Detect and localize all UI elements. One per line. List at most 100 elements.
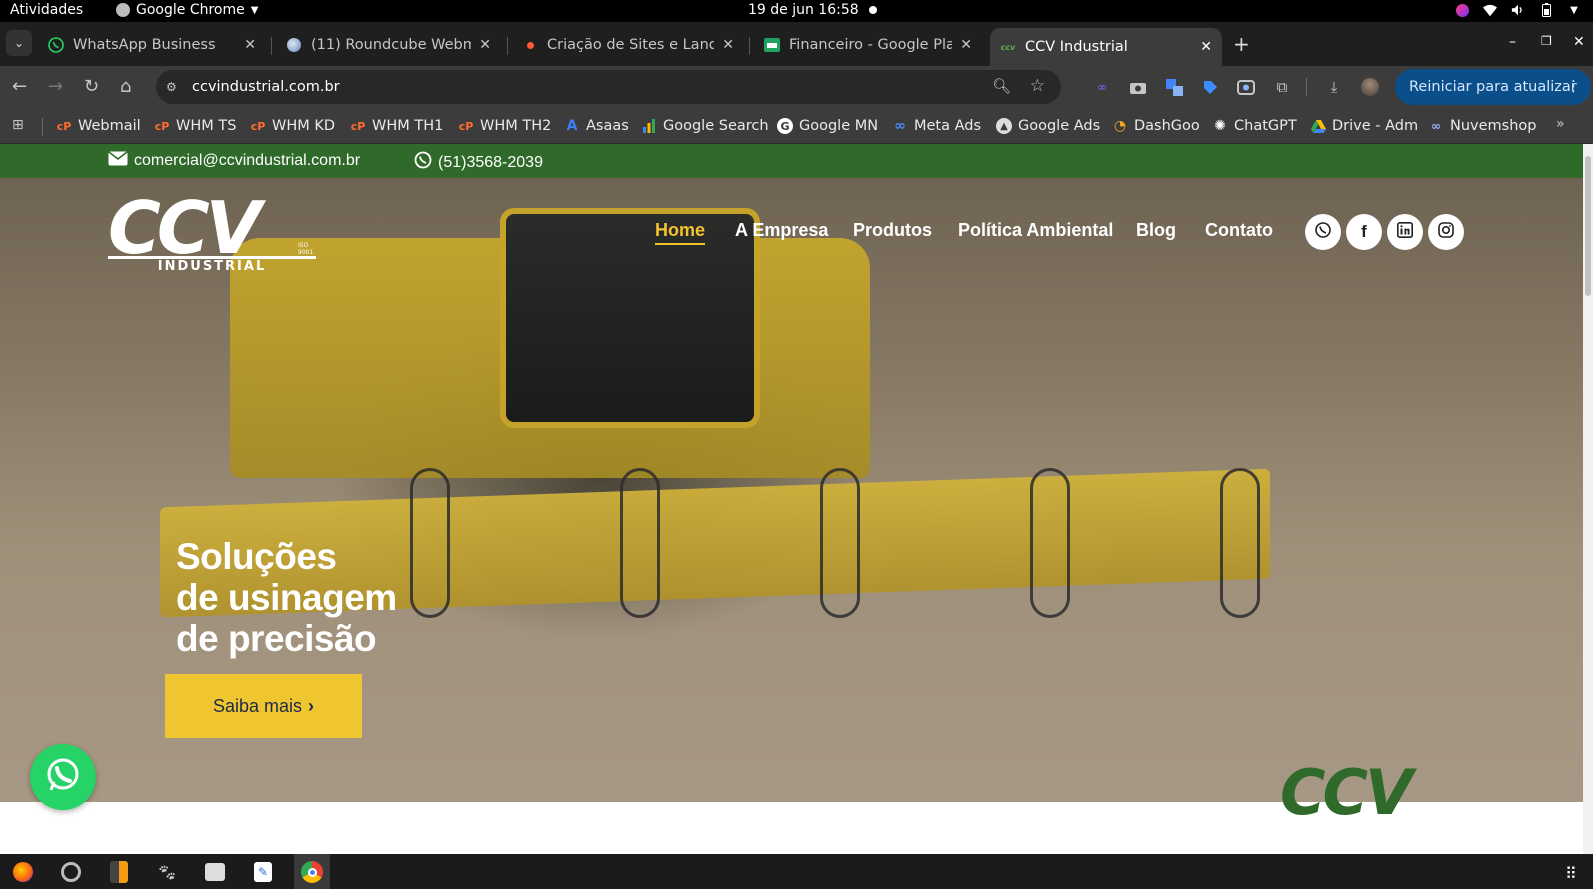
system-tray[interactable]: ▼ bbox=[1455, 3, 1581, 17]
firefox-icon[interactable] bbox=[12, 861, 34, 883]
nav-home[interactable]: Home bbox=[655, 220, 706, 245]
camera-extension-icon[interactable] bbox=[1129, 78, 1147, 96]
restart-to-update-button[interactable]: Reiniciar para atualizar ⋮ bbox=[1395, 69, 1591, 105]
text-editor-icon[interactable]: ✎ bbox=[252, 861, 274, 883]
cpanel-icon: cP bbox=[56, 119, 72, 133]
hero-image-reel bbox=[410, 468, 450, 618]
chrome-icon[interactable] bbox=[301, 861, 323, 883]
site-logo[interactable]: CCV INDUSTRIAL ISO 9001 bbox=[108, 192, 318, 274]
show-apps-grid-icon[interactable]: ⠿ bbox=[1565, 864, 1577, 883]
translate-extension-icon[interactable] bbox=[1165, 78, 1183, 96]
window-close-button[interactable]: ✕ bbox=[1573, 34, 1585, 50]
reload-button[interactable]: ↻ bbox=[84, 76, 99, 97]
bookmark-google-ads[interactable]: ▲ Google Ads bbox=[996, 115, 1100, 137]
contact-email[interactable]: comercial@ccvindustrial.com.br bbox=[108, 151, 360, 171]
new-tab-button[interactable]: + bbox=[1233, 32, 1250, 56]
contact-phone[interactable]: (51)3568-2039 bbox=[414, 151, 543, 174]
downloads-icon[interactable]: ⤓ bbox=[1325, 78, 1343, 96]
clock[interactable]: 19 de jun 16:58 bbox=[748, 2, 877, 18]
toolbar-separator bbox=[1306, 78, 1307, 96]
tag-extension-icon[interactable] bbox=[1201, 78, 1219, 96]
tab-criacao-sites[interactable]: Criação de Sites e Landin ✕ bbox=[512, 28, 744, 62]
app-menu[interactable]: Google Chrome ▼ bbox=[116, 2, 258, 18]
logo-iso-badge: ISO 9001 bbox=[298, 242, 314, 256]
tab-title: WhatsApp Business bbox=[73, 37, 216, 53]
bookmark-dashgoo[interactable]: ◔ DashGoo bbox=[1112, 115, 1200, 137]
home-button[interactable]: ⌂ bbox=[120, 76, 131, 97]
bookmark-label: Asaas bbox=[586, 118, 629, 134]
more-bookmarks-icon[interactable]: » bbox=[1556, 116, 1565, 132]
address-bar[interactable]: ⚙ ccvindustrial.com.br 🔍︎ ☆ bbox=[156, 70, 1061, 104]
bookmark-asaas[interactable]: A Asaas bbox=[564, 115, 629, 137]
close-icon[interactable]: ✕ bbox=[1200, 39, 1212, 55]
nav-politica-ambiental[interactable]: Política Ambiental bbox=[958, 220, 1113, 241]
social-linkedin-button[interactable] bbox=[1387, 214, 1423, 250]
page-scrollbar[interactable] bbox=[1583, 144, 1593, 854]
tab-ccv-industrial[interactable]: ccv CCV Industrial ✕ bbox=[990, 28, 1222, 66]
scrollbar-thumb[interactable] bbox=[1585, 156, 1591, 296]
nav-blog[interactable]: Blog bbox=[1136, 220, 1176, 241]
floating-whatsapp-button[interactable] bbox=[30, 744, 96, 810]
kebab-menu-icon[interactable]: ⋮ bbox=[1566, 77, 1581, 95]
tab-financeiro[interactable]: Financeiro - Google Plan ✕ bbox=[754, 28, 982, 62]
hero-image-reel bbox=[1220, 468, 1260, 618]
extension-infinity-icon[interactable]: ∞ bbox=[1093, 78, 1111, 96]
tab-roundcube[interactable]: (11) Roundcube Webmai ✕ bbox=[276, 28, 501, 62]
bookmark-meta-ads[interactable]: ∞ Meta Ads bbox=[892, 115, 981, 137]
saiba-mais-button[interactable]: Saiba mais › bbox=[165, 674, 362, 738]
bookmark-star-icon[interactable]: ☆ bbox=[1030, 76, 1045, 96]
bookmark-whm-th1[interactable]: cP WHM TH1 bbox=[350, 115, 444, 137]
bookmark-webmail[interactable]: cP Webmail bbox=[56, 115, 141, 137]
maximize-button[interactable]: ❐ bbox=[1541, 34, 1552, 48]
whatsapp-icon bbox=[48, 37, 64, 53]
tab-whatsapp[interactable]: WhatsApp Business ✕ bbox=[38, 28, 266, 62]
close-icon[interactable]: ✕ bbox=[244, 37, 256, 53]
settings-gear-icon[interactable] bbox=[60, 861, 82, 883]
forward-button[interactable]: → bbox=[48, 76, 63, 97]
whatsapp-icon bbox=[44, 756, 82, 798]
social-whatsapp-button[interactable] bbox=[1305, 214, 1341, 250]
files-icon[interactable] bbox=[204, 861, 226, 883]
chevron-down-icon: ⌄ bbox=[13, 36, 25, 50]
headline-line: Soluções bbox=[176, 536, 337, 577]
social-instagram-button[interactable] bbox=[1428, 214, 1464, 250]
cpanel-icon: cP bbox=[350, 119, 366, 133]
taskbar-dock: 🐾︎ ✎ ⠿ bbox=[0, 854, 1593, 889]
bookmark-whm-kd[interactable]: cP WHM KD bbox=[250, 115, 335, 137]
tab-search-button[interactable]: ⌄ bbox=[6, 30, 32, 56]
back-button[interactable]: ← bbox=[12, 76, 27, 97]
update-label: Reiniciar para atualizar bbox=[1409, 79, 1577, 95]
cpanel-icon: cP bbox=[154, 119, 170, 133]
bookmark-google-search[interactable]: Google Search bbox=[641, 115, 769, 137]
social-facebook-button[interactable]: f bbox=[1346, 214, 1382, 250]
bookmark-label: WHM KD bbox=[272, 118, 336, 134]
bookmark-label: Meta Ads bbox=[914, 118, 982, 134]
bookmark-label: WHM TS bbox=[176, 118, 237, 134]
gimp-icon[interactable]: 🐾︎ bbox=[156, 861, 178, 883]
bookmark-google-mn[interactable]: G Google MN bbox=[777, 115, 878, 137]
close-icon[interactable]: ✕ bbox=[479, 37, 491, 53]
bookmark-label: Google MN bbox=[799, 118, 879, 134]
bookmark-drive-adm[interactable]: Drive - Adm bbox=[1310, 115, 1418, 137]
bookmark-chatgpt[interactable]: ✺ ChatGPT bbox=[1212, 115, 1297, 137]
calculator-icon[interactable] bbox=[108, 861, 130, 883]
nav-contato[interactable]: Contato bbox=[1205, 220, 1273, 241]
tab-title: (11) Roundcube Webmai bbox=[311, 37, 472, 53]
activities-button[interactable]: Atividades bbox=[10, 2, 83, 18]
nav-produtos[interactable]: Produtos bbox=[853, 220, 932, 241]
extensions-puzzle-icon[interactable]: ⧉ bbox=[1273, 78, 1291, 96]
bookmark-nuvemshop[interactable]: ∞ Nuvemshop bbox=[1428, 115, 1536, 137]
site-settings-icon[interactable]: ⚙ bbox=[166, 80, 184, 94]
zoom-icon[interactable]: 🔍︎ bbox=[992, 77, 1011, 95]
profile-avatar[interactable] bbox=[1361, 78, 1379, 96]
apps-grid-icon[interactable]: ⊞ bbox=[12, 117, 24, 133]
nav-a-empresa[interactable]: A Empresa bbox=[735, 220, 828, 241]
bookmark-whm-th2[interactable]: cP WHM TH2 bbox=[458, 115, 552, 137]
close-icon[interactable]: ✕ bbox=[960, 37, 972, 53]
caret-down-icon: ▼ bbox=[250, 4, 259, 16]
minimize-button[interactable]: – bbox=[1509, 34, 1516, 50]
bookmark-whm-ts[interactable]: cP WHM TS bbox=[154, 115, 237, 137]
screen-capture-extension-icon[interactable] bbox=[1237, 78, 1255, 96]
whatsapp-icon bbox=[414, 151, 432, 174]
close-icon[interactable]: ✕ bbox=[722, 37, 734, 53]
